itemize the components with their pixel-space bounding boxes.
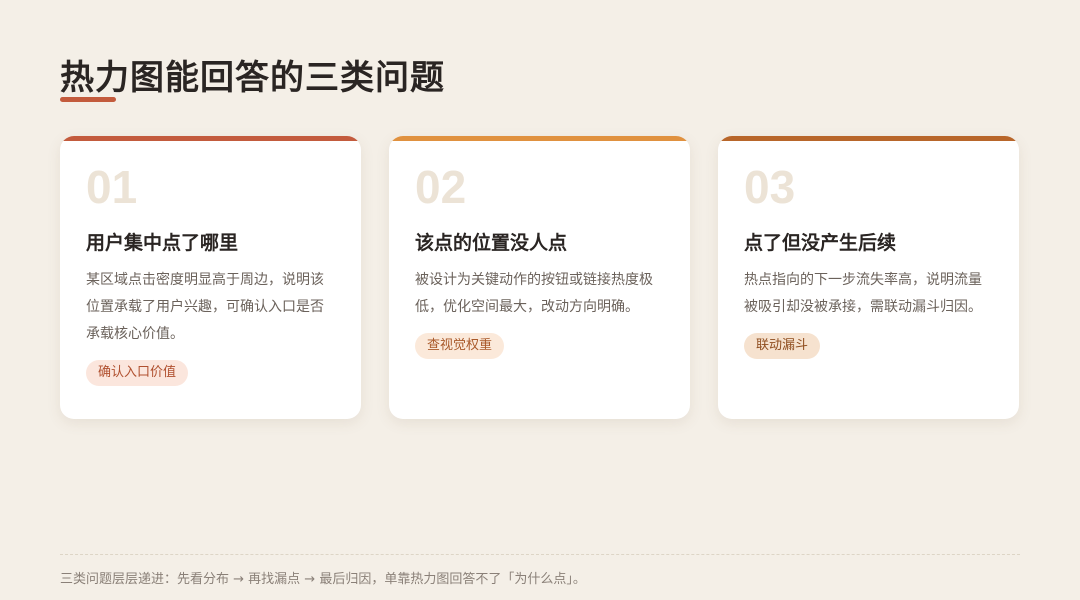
card-heading: 用户集中点了哪里	[86, 232, 239, 254]
card-tag: 联动漏斗	[744, 333, 821, 359]
card-number: 01	[86, 161, 138, 213]
title-underline	[60, 97, 116, 102]
card-number: 02	[415, 161, 467, 213]
footer-note: 三类问题层层递进：先看分布 → 再找漏点 → 最后归因，单靠热力图回答不了「为什…	[60, 572, 586, 587]
card-heading: 点了但没产生后续	[744, 232, 897, 254]
card-2: 02 该点的位置没人点 被设计为关键动作的按钮或链接热度极低，优化空间最大，改动…	[389, 136, 690, 419]
card-tag: 查视觉权重	[415, 333, 505, 359]
card-3: 03 点了但没产生后续 热点指向的下一步流失率高，说明流量被吸引却没被承接，需联…	[718, 136, 1019, 419]
card-accent-bar	[718, 136, 1019, 141]
card-tag: 确认入口价值	[86, 360, 189, 386]
card-description: 被设计为关键动作的按钮或链接热度极低，优化空间最大，改动方向明确。	[415, 272, 653, 315]
card-accent-bar	[60, 136, 361, 141]
card-number: 03	[744, 161, 796, 213]
card-heading: 该点的位置没人点	[415, 232, 568, 254]
footer-divider	[60, 554, 1020, 555]
card-1: 01 用户集中点了哪里 某区域点击密度明显高于周边，说明该位置承载了用户兴趣，可…	[60, 136, 361, 419]
card-list: 01 用户集中点了哪里 某区域点击密度明显高于周边，说明该位置承载了用户兴趣，可…	[60, 136, 1019, 419]
card-description: 某区域点击密度明显高于周边，说明该位置承载了用户兴趣，可确认入口是否承载核心价值…	[86, 272, 324, 342]
card-description: 热点指向的下一步流失率高，说明流量被吸引却没被承接，需联动漏斗归因。	[744, 272, 982, 315]
page-title: 热力图能回答的三类问题	[60, 58, 445, 98]
card-accent-bar	[389, 136, 690, 141]
